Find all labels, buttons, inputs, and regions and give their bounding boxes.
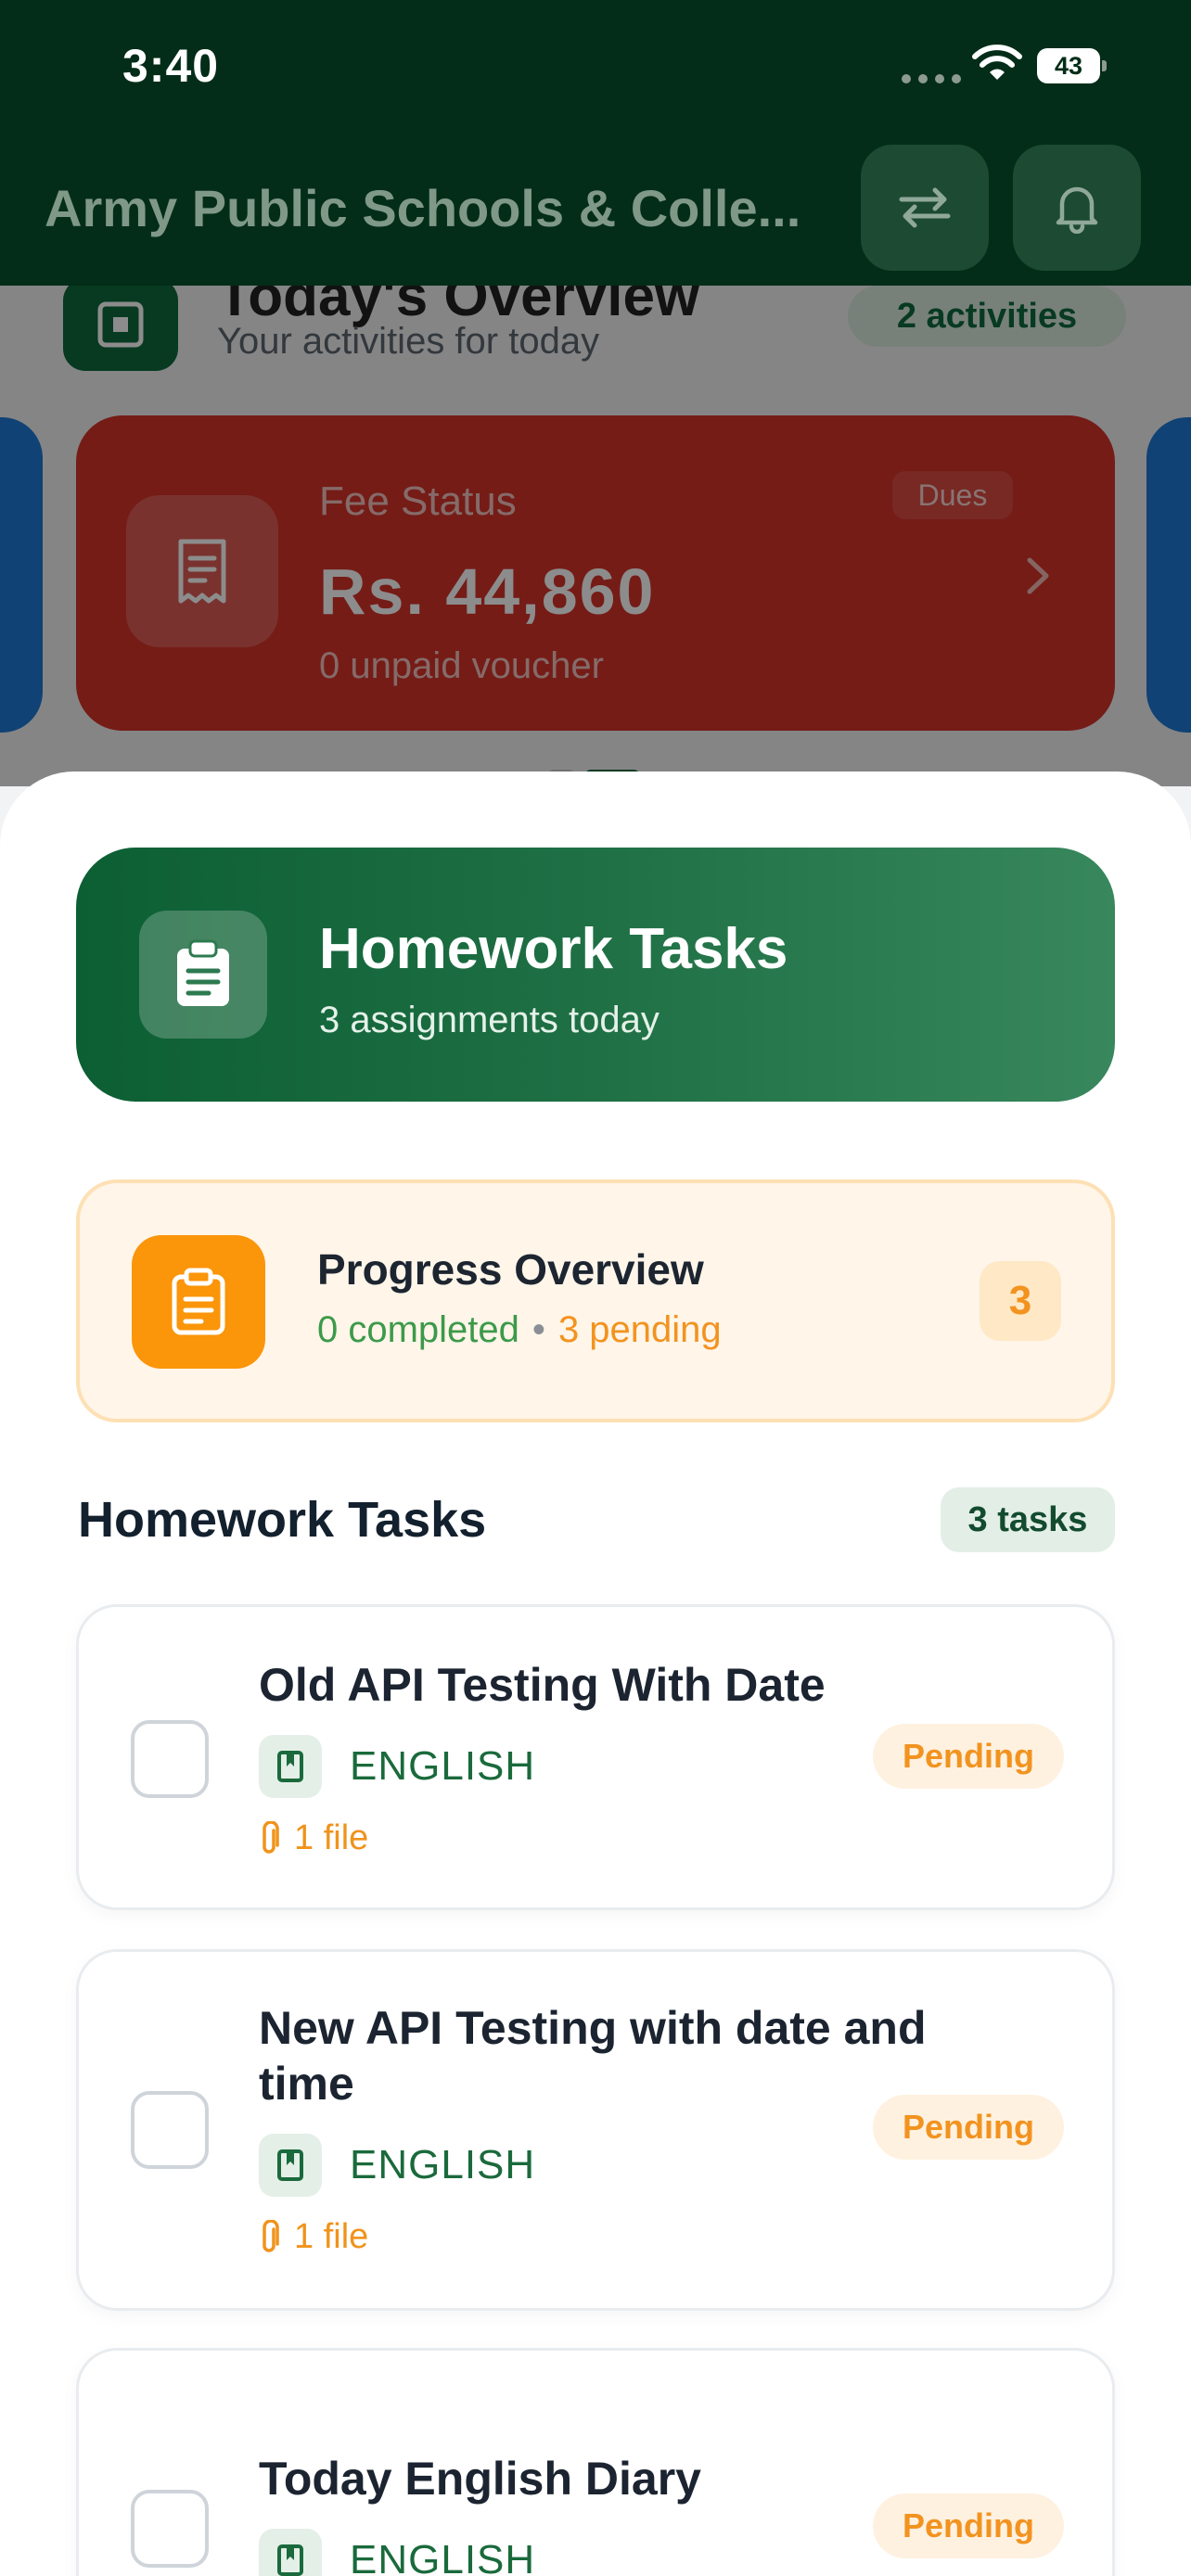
homework-banner-subtitle: 3 assignments today xyxy=(319,1000,660,1040)
task-files[interactable]: 1 file xyxy=(259,1818,368,1858)
battery-level: 43 xyxy=(1037,48,1100,83)
switch-account-button[interactable] xyxy=(861,145,989,271)
swap-icon xyxy=(899,187,951,228)
completed-count: 0 completed xyxy=(317,1309,519,1350)
task-subject-text: ENGLISH xyxy=(350,2142,536,2187)
book-icon xyxy=(259,2529,322,2576)
wifi-icon xyxy=(972,45,1022,80)
paperclip-icon xyxy=(263,1820,279,1854)
task-subject: ENGLISH xyxy=(259,2529,535,2576)
homework-sheet: Homework Tasks 3 assignments today Progr… xyxy=(0,772,1191,2576)
task-title: Old API Testing With Date xyxy=(259,1659,826,1711)
battery-icon: 43 xyxy=(1037,48,1107,83)
total-count-badge: 3 xyxy=(980,1261,1061,1341)
tasks-section-title: Homework Tasks xyxy=(78,1492,487,1548)
status-badge: Pending xyxy=(873,2493,1064,2558)
clipboard-icon xyxy=(177,939,229,1006)
progress-overview-card: Progress Overview 0 completed • 3 pending … xyxy=(76,1180,1115,1422)
task-subject-text: ENGLISH xyxy=(350,1743,536,1789)
paperclip-icon xyxy=(263,2219,279,2252)
task-subject-text: ENGLISH xyxy=(350,2537,536,2576)
clipboard-icon xyxy=(172,1268,225,1335)
task-files-text: 1 file xyxy=(294,2217,369,2256)
tasks-count-badge: 3 tasks xyxy=(941,1487,1115,1552)
pending-count: 3 pending xyxy=(557,1309,722,1350)
book-icon xyxy=(259,1735,322,1798)
task-card[interactable]: New API Testing with date and time ENGLI… xyxy=(76,1949,1115,2311)
task-subject: ENGLISH xyxy=(259,2134,535,2197)
bell-icon xyxy=(1056,186,1098,234)
clipboard-icon-wrap xyxy=(139,911,267,1039)
task-card[interactable]: Old API Testing With Date ENGLISH 1 file… xyxy=(76,1604,1115,1910)
task-checkbox[interactable] xyxy=(131,1720,209,1798)
app-title: Army Public Schools & Colle... xyxy=(45,179,801,237)
task-title: New API Testing with date and time xyxy=(259,2002,927,2110)
notifications-button[interactable] xyxy=(1013,145,1141,271)
status-badge: Pending xyxy=(873,2095,1064,2160)
status-time: 3:40 xyxy=(122,40,220,92)
homework-banner-title: Homework Tasks xyxy=(319,917,788,981)
task-subject: ENGLISH xyxy=(259,1735,535,1798)
task-files[interactable]: 1 file xyxy=(259,2217,368,2257)
task-files-text: 1 file xyxy=(294,1818,369,1857)
clipboard-icon-wrap xyxy=(132,1235,265,1369)
stats-separator: • xyxy=(531,1309,545,1350)
progress-title: Progress Overview xyxy=(317,1245,704,1294)
task-title: Today English Diary xyxy=(259,2453,701,2505)
app-header: 3:40 43 Army Public Schools & Colle... xyxy=(0,0,1191,286)
cellular-signal-icon xyxy=(902,74,961,83)
homework-banner: Homework Tasks 3 assignments today xyxy=(76,848,1115,1102)
task-card[interactable]: Today English Diary ENGLISH Pending xyxy=(76,2348,1115,2576)
book-icon xyxy=(259,2134,322,2197)
task-checkbox[interactable] xyxy=(131,2490,209,2568)
task-checkbox[interactable] xyxy=(131,2091,209,2169)
progress-stats: 0 completed • 3 pending xyxy=(317,1309,722,1351)
status-badge: Pending xyxy=(873,1724,1064,1789)
